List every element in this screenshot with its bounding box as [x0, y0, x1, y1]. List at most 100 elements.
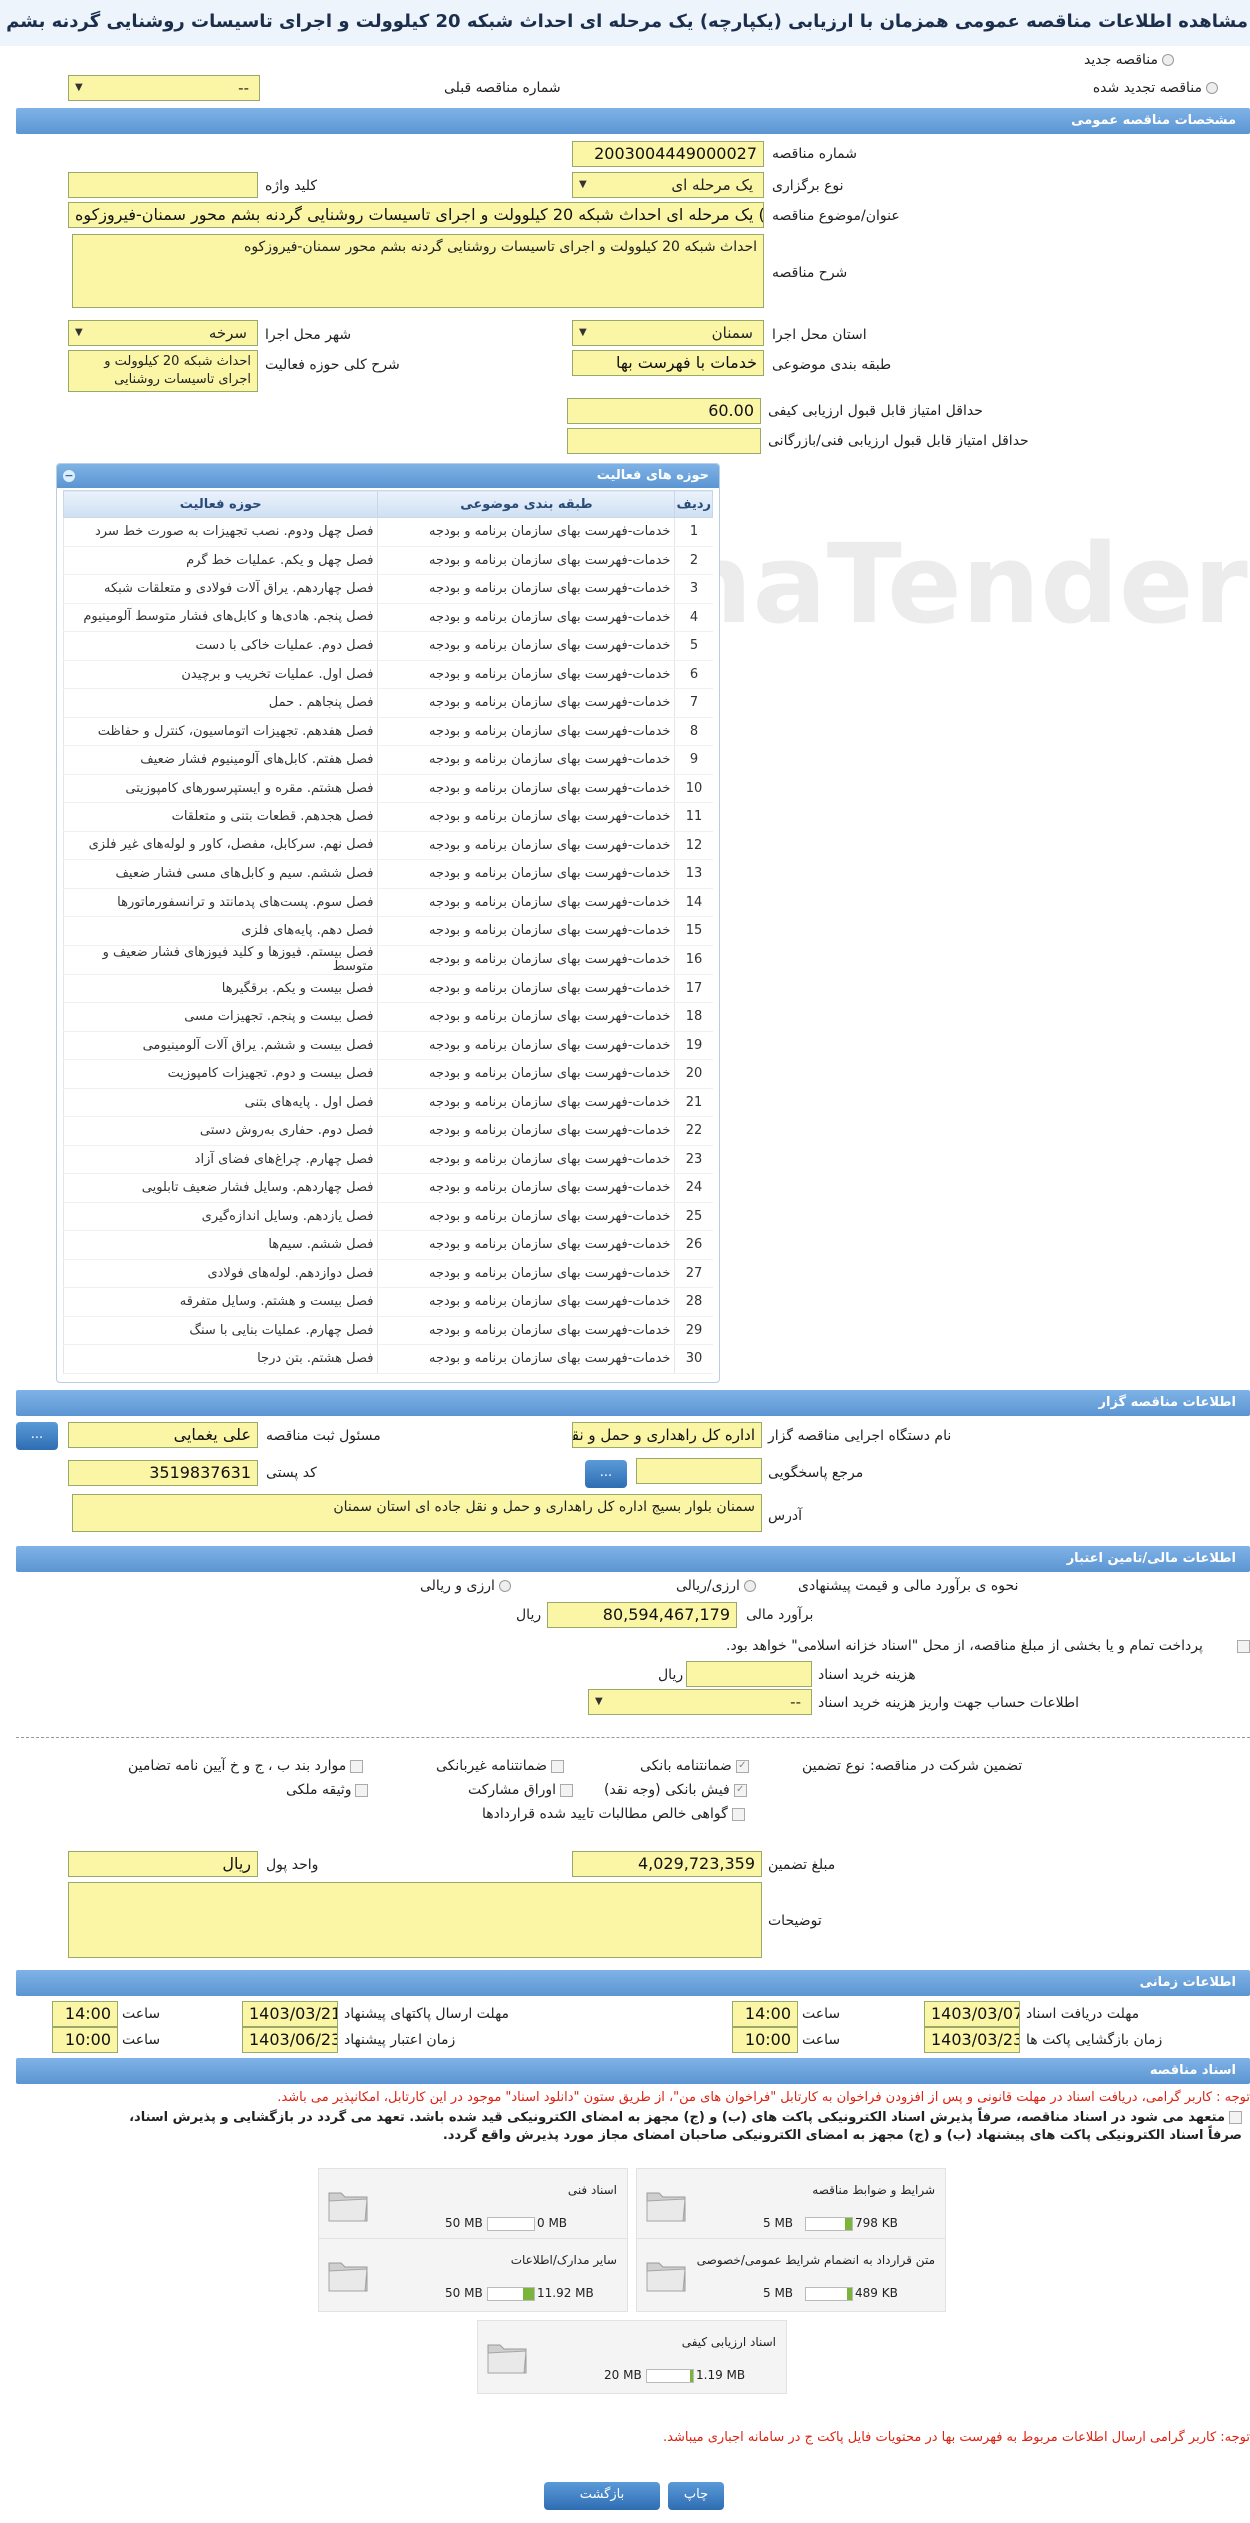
g-regulation[interactable]: موارد بند ب ، ج و خ آیین نامه تضامین [128, 1758, 364, 1774]
table-row[interactable]: 22 خدمات-فهرست بهای سازمان برنامه و بودجه… [62, 1116, 713, 1146]
table-row[interactable]: 8 خدمات-فهرست بهای سازمان برنامه و بودجه ف… [62, 717, 713, 746]
doc-fee-field[interactable] [686, 1661, 812, 1687]
subject-field[interactable]: مناقصه عمومی همزمان با ارزیابی (یکپارچه)… [68, 202, 764, 228]
row-category: خدمات-فهرست بهای سازمان برنامه و بودجه [377, 517, 675, 547]
opening-time[interactable]: 10:00 [732, 2027, 798, 2053]
row-number: 2 [674, 546, 713, 575]
file-card[interactable]: متن قرارداد به انضمام شرایط عمومی/خصوصی 4… [636, 2238, 946, 2312]
radio-new-tender[interactable]: مناقصه جدید [1084, 52, 1174, 68]
table-row[interactable]: 14 خدمات-فهرست بهای سازمان برنامه و بودجه… [62, 888, 713, 917]
responsible-more-button[interactable]: ... [16, 1422, 58, 1450]
category-field[interactable]: خدمات با فهرست بها [572, 350, 764, 376]
row-category: خدمات-فهرست بهای سازمان برنامه و بودجه [377, 1059, 675, 1089]
amount-field[interactable]: 4,029,723,359 [572, 1851, 762, 1877]
row-number: 7 [674, 688, 713, 718]
estimate-field[interactable]: 80,594,467,179 [547, 1602, 737, 1628]
table-row[interactable]: 12 خدمات-فهرست بهای سازمان برنامه و بودجه… [62, 831, 713, 860]
col-row[interactable]: ردیف [674, 490, 713, 518]
col-field[interactable]: حوزه فعالیت [62, 490, 379, 518]
table-row[interactable]: 1 خدمات-فهرست بهای سازمان برنامه و بودجه ف… [62, 517, 713, 547]
g-bonds[interactable]: اوراق مشارکت [468, 1782, 574, 1798]
g-property[interactable]: وثیقه ملکی [286, 1782, 369, 1798]
postal-field[interactable]: 3519837631 [68, 1460, 258, 1486]
collapse-icon[interactable]: − [63, 470, 75, 482]
section-documents: اسناد مناقصه [16, 2058, 1250, 2084]
min-tech-field[interactable] [567, 428, 761, 454]
table-row[interactable]: 28 خدمات-فهرست بهای سازمان برنامه و بودجه… [62, 1287, 713, 1317]
radio-renewed-tender[interactable]: مناقصه تجدید شده [1093, 80, 1218, 96]
table-row[interactable]: 4 خدمات-فهرست بهای سازمان برنامه و بودجه ف… [62, 603, 713, 632]
g-claims[interactable]: گواهی خالص مطالبات تایید شده قراردادها [482, 1806, 745, 1822]
table-row[interactable]: 11 خدمات-فهرست بهای سازمان برنامه و بودجه… [62, 802, 713, 832]
province-select[interactable]: ▼ سمنان [572, 320, 764, 346]
table-row[interactable]: 6 خدمات-فهرست بهای سازمان برنامه و بودجه ف… [62, 660, 713, 689]
radio-currency-and-rial[interactable]: ارزی و ریالی [420, 1578, 511, 1594]
file-card[interactable]: شرایط و ضوابط مناقصه 798 KB 5 MB [636, 2168, 946, 2242]
ref-more-button[interactable]: ... [585, 1460, 627, 1488]
table-row[interactable]: 18 خدمات-فهرست بهای سازمان برنامه و بودجه… [62, 1002, 713, 1032]
table-row[interactable]: 20 خدمات-فهرست بهای سازمان برنامه و بودجه… [62, 1059, 713, 1089]
ref-field[interactable] [636, 1458, 762, 1484]
table-row[interactable]: 9 خدمات-فهرست بهای سازمان برنامه و بودجه ف… [62, 745, 713, 775]
table-row[interactable]: 7 خدمات-فهرست بهای سازمان برنامه و بودجه ف… [62, 688, 713, 718]
row-number: 30 [674, 1344, 713, 1374]
keyword-field[interactable] [68, 172, 258, 198]
table-row[interactable]: 17 خدمات-فهرست بهای سازمان برنامه و بودجه… [62, 974, 713, 1003]
table-row[interactable]: 3 خدمات-فهرست بهای سازمان برنامه و بودجه ف… [62, 574, 713, 604]
address-label: آدرس [768, 1508, 802, 1524]
row-field: فصل چهل و یکم. عملیات خط گرم [62, 546, 378, 575]
city-select[interactable]: ▼ سرخه [68, 320, 258, 346]
send-deadline-time[interactable]: 14:00 [52, 2001, 118, 2027]
doc-receive-time[interactable]: 14:00 [732, 2001, 798, 2027]
responsible-field[interactable]: علی یغمایی [68, 1422, 258, 1448]
table-row[interactable]: 27 خدمات-فهرست بهای سازمان برنامه و بودجه… [62, 1259, 713, 1288]
col-category[interactable]: طبقه بندی موضوعی [377, 490, 676, 518]
currency-field[interactable]: ریال [68, 1851, 258, 1877]
min-quality-field[interactable]: 60.00 [567, 398, 761, 424]
table-row[interactable]: 24 خدمات-فهرست بهای سازمان برنامه و بودجه… [62, 1173, 713, 1203]
table-row[interactable]: 26 خدمات-فهرست بهای سازمان برنامه و بودجه… [62, 1230, 713, 1260]
address-field[interactable]: سمنان بلوار بسیج اداره کل راهداری و حمل … [72, 1494, 762, 1532]
table-row[interactable]: 15 خدمات-فهرست بهای سازمان برنامه و بودجه… [62, 916, 713, 946]
commit-checkbox[interactable]: متعهد می شود در اسناد مناقصه، صرفاً پذیر… [129, 2110, 1242, 2125]
back-button[interactable]: بازگشت [544, 2482, 660, 2510]
file-card[interactable]: اسناد فنی 0 MB 50 MB [318, 2168, 628, 2242]
activity-desc-field[interactable]: احداث شبکه 20 کیلوولت و اجرای تاسیسات رو… [68, 350, 258, 392]
table-row[interactable]: 13 خدمات-فهرست بهای سازمان برنامه و بودجه… [62, 859, 713, 889]
table-row[interactable]: 29 خدمات-فهرست بهای سازمان برنامه و بودجه… [62, 1316, 713, 1345]
org-field[interactable]: اداره کل راهداری و حمل و نقل جاده ای است… [572, 1422, 762, 1448]
g-bank-guarantee[interactable]: ✓ضمانتنامه بانکی [640, 1758, 749, 1774]
table-row[interactable]: 10 خدمات-فهرست بهای سازمان برنامه و بودجه… [62, 774, 713, 803]
validity-date[interactable]: 1403/06/23 [242, 2027, 338, 2053]
table-row[interactable]: 2 خدمات-فهرست بهای سازمان برنامه و بودجه ف… [62, 546, 713, 575]
table-row[interactable]: 16 خدمات-فهرست بهای سازمان برنامه و بودجه… [62, 945, 713, 975]
treasury-checkbox[interactable] [1233, 1638, 1250, 1654]
print-button[interactable]: چاپ [668, 2482, 724, 2510]
tender-number-field[interactable]: 2003004449000027 [572, 141, 764, 167]
g-bank-receipt[interactable]: ✓فیش بانکی (وجه نقد) [604, 1782, 747, 1798]
notes-field[interactable] [68, 1882, 762, 1958]
file-progress-bar [487, 2217, 535, 2231]
g-nonbank-guarantee[interactable]: ضمانتنامه غیربانکی [436, 1758, 565, 1774]
doc-receive-date[interactable]: 1403/03/07 [924, 2001, 1020, 2027]
table-row[interactable]: 21 خدمات-فهرست بهای سازمان برنامه و بودجه… [62, 1088, 713, 1117]
row-number: 26 [674, 1230, 713, 1260]
send-deadline-date[interactable]: 1403/03/21 [242, 2001, 338, 2027]
holding-type-select[interactable]: ▼ یک مرحله ای [572, 172, 764, 198]
row-number: 9 [674, 745, 713, 775]
table-row[interactable]: 19 خدمات-فهرست بهای سازمان برنامه و بودجه… [62, 1031, 713, 1060]
account-select[interactable]: ▼ -- [588, 1689, 812, 1715]
table-row[interactable]: 30 خدمات-فهرست بهای سازمان برنامه و بودجه… [62, 1344, 713, 1374]
activity-desc-label: شرح کلی حوزه فعالیت [265, 357, 400, 373]
table-row[interactable]: 5 خدمات-فهرست بهای سازمان برنامه و بودجه ف… [62, 631, 713, 661]
opening-date[interactable]: 1403/03/23 [924, 2027, 1020, 2053]
radio-rial-currency[interactable]: ارزی/ریالی [676, 1578, 756, 1594]
file-card[interactable]: اسناد ارزیابی کیفی 1.19 MB 20 MB [477, 2320, 787, 2394]
row-field: فصل بیست و یکم. برقگیرها [62, 974, 378, 1003]
file-card[interactable]: سایر مدارک/اطلاعات 11.92 MB 50 MB [318, 2238, 628, 2312]
table-row[interactable]: 25 خدمات-فهرست بهای سازمان برنامه و بودجه… [62, 1202, 713, 1231]
table-row[interactable]: 23 خدمات-فهرست بهای سازمان برنامه و بودجه… [62, 1145, 713, 1174]
description-field[interactable]: احداث شبکه 20 کیلوولت و اجرای تاسیسات رو… [72, 234, 764, 308]
validity-time[interactable]: 10:00 [52, 2027, 118, 2053]
prev-tender-select[interactable]: ▼ -- [68, 75, 260, 101]
